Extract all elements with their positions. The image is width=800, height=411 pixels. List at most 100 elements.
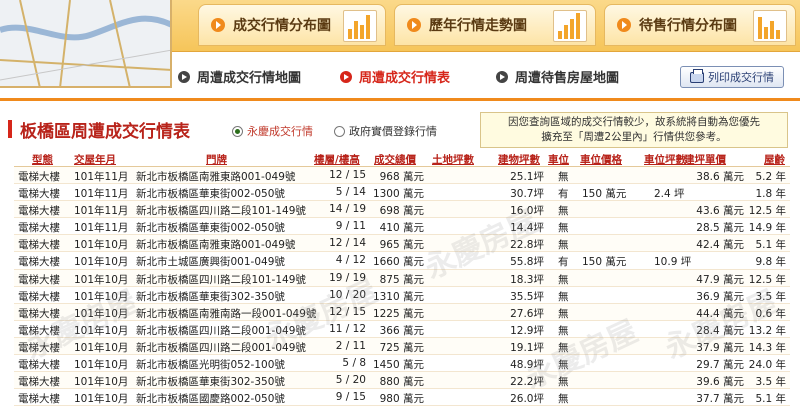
table-cell: 19.1坪	[510, 341, 544, 354]
column-header[interactable]: 建物坪數	[498, 152, 540, 167]
table-cell: 13.2 年	[748, 324, 786, 337]
table-row[interactable]: 電梯大樓 101年10月 新北市板橋區四川路二段101-149號 19 / 19 875…	[14, 269, 790, 287]
radio-government-price-registry[interactable]: 政府實價登錄行情	[334, 123, 437, 139]
table-cell: 新北市板橋區華東街302-350號	[136, 290, 285, 303]
table-cell: 9 / 15	[335, 391, 366, 404]
table-row[interactable]: 電梯大樓 101年10月 新北市土城區廣興街001-049號 4 / 12 1660 萬…	[14, 252, 790, 270]
column-header[interactable]: 樓層/樓高	[314, 152, 360, 167]
table-cell: 無	[558, 171, 569, 183]
table-cell: 42.4 萬元	[696, 239, 744, 252]
print-button-label: 列印成交行情	[708, 71, 774, 84]
table-cell: 新北市板橋區南雅南路一段001-049號	[136, 307, 317, 320]
table-cell: 19 / 19	[329, 271, 366, 284]
table-cell: 18.3坪	[510, 273, 544, 286]
column-header[interactable]: 車位價格	[580, 152, 622, 167]
table-row[interactable]: 電梯大樓 101年11月 新北市板橋區四川路二段101-149號 14 / 19 698…	[14, 201, 790, 219]
table-cell: 29.7 萬元	[696, 359, 744, 372]
table-cell: 150 萬元	[582, 256, 627, 269]
table-body: 電梯大樓 101年11月 新北市板橋區南雅東路001-049號 12 / 15 968 …	[14, 167, 790, 407]
column-header[interactable]: 成交總價	[374, 152, 416, 167]
tab-for-sale-distribution[interactable]: 待售行情分布圖	[604, 4, 796, 46]
table-cell: 電梯大樓	[18, 239, 60, 252]
table-cell: 36.9 萬元	[696, 290, 744, 303]
tab-yearly-trend[interactable]: 歷年行情走勢圖	[394, 4, 596, 46]
table-cell: 新北市板橋區國慶路002-050號	[136, 393, 285, 406]
table-cell: 366 萬元	[379, 324, 424, 337]
table-cell: 14.3 年	[748, 341, 786, 354]
subnav-label: 周遭待售房屋地圖	[515, 71, 620, 86]
table-cell: 新北市板橋區光明街052-100號	[136, 359, 285, 372]
table-cell: 電梯大樓	[18, 376, 60, 389]
table-cell: 101年10月	[74, 376, 129, 389]
radio-label: 永慶成交行情	[247, 125, 313, 138]
table-row[interactable]: 電梯大樓 101年10月 新北市板橋區四川路二段001-049號 2 / 11 725 …	[14, 337, 790, 356]
table-cell: 電梯大樓	[18, 341, 60, 354]
table-cell: 無	[558, 239, 569, 252]
table-cell: 30.7坪	[510, 188, 544, 201]
table-row[interactable]: 電梯大樓 101年11月 新北市板橋區南雅東路001-049號 12 / 15 968 …	[14, 167, 790, 185]
column-header[interactable]: 屋齡	[764, 152, 785, 167]
table-row[interactable]: 電梯大樓 101年10月 新北市板橋區南雅東路001-049號 12 / 14 965 …	[14, 235, 790, 253]
table-cell: 101年11月	[74, 205, 129, 218]
notice-box: 因您查詢區域的成交行情較少，故系統將自動為您優先 擴充至「周遭2公里內」行情供您…	[480, 112, 788, 148]
table-cell: 電梯大樓	[18, 171, 60, 183]
table-cell: 新北市板橋區四川路二段001-049號	[136, 341, 306, 354]
table-cell: 101年10月	[74, 273, 129, 286]
table-cell: 101年10月	[74, 256, 129, 269]
table-cell: 48.9坪	[510, 359, 544, 372]
column-header[interactable]: 型態	[32, 152, 53, 167]
table-cell: 698 萬元	[379, 205, 424, 218]
table-cell: 12 / 14	[329, 237, 366, 250]
table-cell: 14.9 年	[748, 222, 786, 235]
table-cell: 101年10月	[74, 359, 129, 372]
column-header[interactable]: 門牌	[206, 152, 227, 167]
table-cell: 無	[558, 290, 569, 303]
column-header[interactable]: 交屋年月	[74, 152, 116, 167]
table-row[interactable]: 電梯大樓 101年10月 新北市板橋區光明街052-100號 5 / 8 1450 萬元…	[14, 355, 790, 373]
table-cell: 5.1 年	[755, 239, 786, 252]
tab-label: 成交行情分布圖	[233, 18, 331, 34]
table-row[interactable]: 電梯大樓 101年10月 新北市板橋區南雅南路一段001-049號 12 / 15 12…	[14, 303, 790, 321]
table-cell: 12.5 年	[748, 205, 786, 218]
table-cell: 150 萬元	[582, 188, 627, 201]
table-cell: 12 / 15	[329, 169, 366, 181]
table-cell: 10.9 坪	[654, 256, 692, 269]
table-cell: 新北市板橋區華東街302-350號	[136, 376, 285, 389]
table-row[interactable]: 電梯大樓 101年11月 新北市板橋區華東街002-050號 5 / 14 1300 萬…	[14, 184, 790, 202]
table-cell: 2 / 11	[335, 339, 366, 352]
column-header[interactable]: 建坪單價	[684, 152, 726, 167]
tab-transaction-distribution[interactable]: 成交行情分布圖	[198, 4, 386, 46]
subnav-nearby-for-sale-map[interactable]: 周遭待售房屋地圖	[496, 67, 619, 86]
table-cell: 新北市板橋區四川路二段101-149號	[136, 205, 306, 218]
table-cell: 37.7 萬元	[696, 393, 744, 406]
table-cell: 3.5 年	[755, 376, 786, 389]
table-cell: 1300 萬元	[372, 188, 424, 201]
table-row[interactable]: 電梯大樓 101年11月 新北市板橋區華東街002-050號 9 / 11 410 萬元…	[14, 218, 790, 236]
column-header[interactable]: 車位坪數	[644, 152, 686, 167]
table-cell: 25.1坪	[510, 171, 544, 183]
play-icon	[407, 18, 421, 32]
table-cell: 101年11月	[74, 171, 129, 183]
table-cell: 101年10月	[74, 324, 129, 337]
table-row[interactable]: 電梯大樓 101年10月 新北市板橋區華東街302-350號 10 / 20 1310 …	[14, 287, 790, 304]
subnav-nearby-transaction-map[interactable]: 周遭成交行情地圖	[178, 67, 301, 86]
column-header[interactable]: 土地坪數	[432, 152, 474, 167]
table-cell: 968 萬元	[379, 171, 424, 183]
table-cell: 無	[558, 205, 569, 218]
table-cell: 新北市板橋區南雅東路001-049號	[136, 171, 296, 183]
print-button[interactable]: 列印成交行情	[680, 66, 784, 88]
table-cell: 無	[558, 273, 569, 286]
table-cell: 有	[558, 256, 569, 269]
column-header[interactable]: 車位	[548, 152, 569, 167]
table-row[interactable]: 電梯大樓 101年10月 新北市板橋區國慶路002-050號 9 / 15 980 萬元…	[14, 389, 790, 407]
tab-label: 歷年行情走勢圖	[429, 18, 527, 34]
table-row[interactable]: 電梯大樓 101年10月 新北市板橋區華東街302-350號 5 / 20 880 萬元…	[14, 372, 790, 390]
radio-yungching-transactions[interactable]: 永慶成交行情	[232, 123, 313, 139]
table-row[interactable]: 電梯大樓 101年10月 新北市板橋區四川路二段001-049號 11 / 12 366…	[14, 321, 790, 338]
table-cell: 無	[558, 222, 569, 235]
table-cell: 10 / 20	[329, 288, 366, 301]
table-cell: 980 萬元	[379, 393, 424, 406]
subnav-nearby-transaction-table[interactable]: 周遭成交行情表	[340, 67, 450, 86]
map-thumbnail[interactable]	[0, 0, 172, 88]
table-cell: 24.0 年	[748, 359, 786, 372]
